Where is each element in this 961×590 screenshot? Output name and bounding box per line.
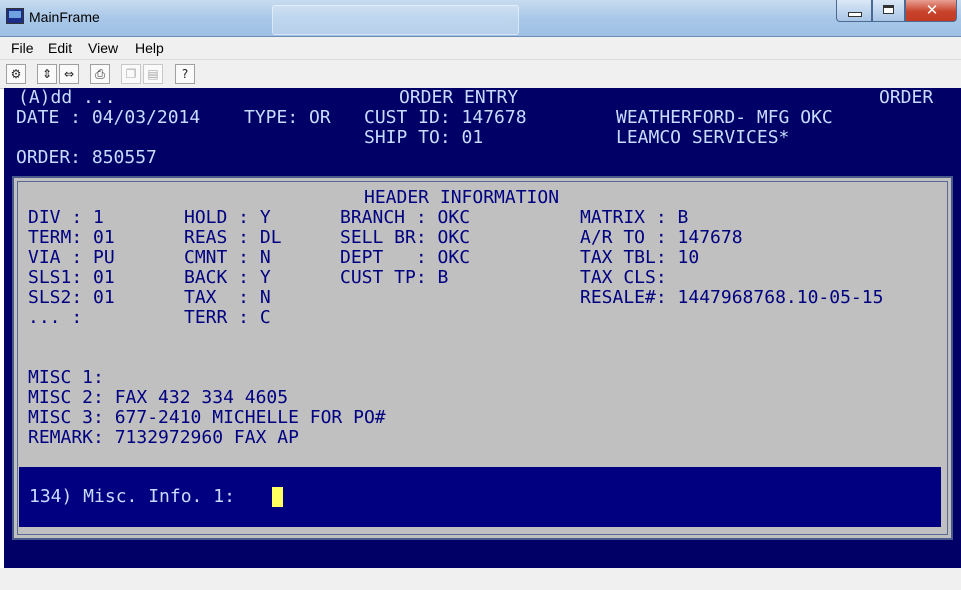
field-sls1[interactable]: SLS1: 01 [28,268,115,288]
command-prompt-bar[interactable]: 134) Misc. Info. 1: [19,467,941,527]
field-reas[interactable]: REAS : DL [184,228,282,248]
background-window-ghost [272,5,519,35]
cust-id: CUST ID: 147678 [364,107,527,128]
order-type: TYPE: OR [244,107,331,128]
status-strip [0,568,961,590]
field-via[interactable]: VIA : PU [28,248,115,268]
close-icon: ✕ [925,1,939,19]
field-tax[interactable]: TAX : N [184,288,271,308]
field-hold[interactable]: HOLD : Y [184,208,271,228]
text-cursor [272,487,283,507]
menu-help[interactable]: Help [135,40,164,56]
field-tax-cls[interactable]: TAX CLS: [580,268,667,288]
menu-view[interactable]: View [88,40,118,56]
field-cmnt[interactable]: CMNT : N [184,248,271,268]
field-cust-tp[interactable]: CUST TP: B [340,268,448,288]
field-more[interactable]: ... : [28,308,82,328]
close-button[interactable]: ✕ [905,0,957,22]
disconnect-icon[interactable]: ⇔ [59,64,79,84]
help-icon[interactable]: ? [175,64,195,84]
field-resale[interactable]: RESALE#: 1447968768.10-05-15 [580,288,883,308]
minimize-icon [848,12,862,17]
menu-edit[interactable]: Edit [48,40,72,56]
field-dept[interactable]: DEPT : OKC [340,248,470,268]
order-number: ORDER: 850557 [16,147,157,168]
field-sls2[interactable]: SLS2: 01 [28,288,115,308]
field-misc3[interactable]: MISC 3: 677-2410 MICHELLE FOR PO# [28,408,386,428]
field-misc1[interactable]: MISC 1: [28,368,104,388]
action-label: (A)dd ... [18,87,116,108]
app-icon [6,8,24,24]
field-back[interactable]: BACK : Y [184,268,271,288]
copy-icon[interactable]: ❐ [121,64,141,84]
toolbar: ⚙ ⇕ ⇔ ⎙ ❐ ▤ ? [0,60,961,89]
ship-to: SHIP TO: 01 [364,127,484,148]
ship-name: LEAMCO SERVICES* [616,127,790,148]
screen-title: ORDER ENTRY [399,87,519,108]
field-div[interactable]: DIV : 1 [28,208,104,228]
field-matrix[interactable]: MATRIX : B [580,208,688,228]
menu-file[interactable]: File [11,40,34,56]
field-branch[interactable]: BRANCH : OKC [340,208,470,228]
menu-bar: File Edit View Help [0,37,961,60]
field-sell-br[interactable]: SELL BR: OKC [340,228,470,248]
terminal-screen[interactable]: (A)dd ... ORDER ENTRY ORDER DATE : 04/03… [4,88,961,568]
paste-icon[interactable]: ▤ [143,64,163,84]
field-terr[interactable]: TERR : C [184,308,271,328]
field-tax-tbl[interactable]: TAX TBL: 10 [580,248,699,268]
field-term[interactable]: TERM: 01 [28,228,115,248]
command-prompt: 134) Misc. Info. 1: [29,486,235,507]
window-title: MainFrame [29,9,100,25]
field-misc2[interactable]: MISC 2: FAX 432 334 4605 [28,388,288,408]
connect-icon[interactable]: ⇕ [37,64,57,84]
minimize-button[interactable] [836,0,872,22]
title-bar: MainFrame ✕ [0,0,961,37]
maximize-icon [883,5,894,14]
customer-name: WEATHERFORD- MFG OKC [616,107,833,128]
order-date: DATE : 04/03/2014 [16,107,201,128]
panel-title: HEADER INFORMATION [364,187,560,208]
field-ar-to[interactable]: A/R TO : 147678 [580,228,743,248]
maximize-button[interactable] [872,0,905,22]
print-icon[interactable]: ⎙ [90,64,110,84]
screen-mode: ORDER [879,87,934,108]
properties-icon[interactable]: ⚙ [6,64,26,84]
field-remark[interactable]: REMARK: 7132972960 FAX AP [28,428,299,448]
